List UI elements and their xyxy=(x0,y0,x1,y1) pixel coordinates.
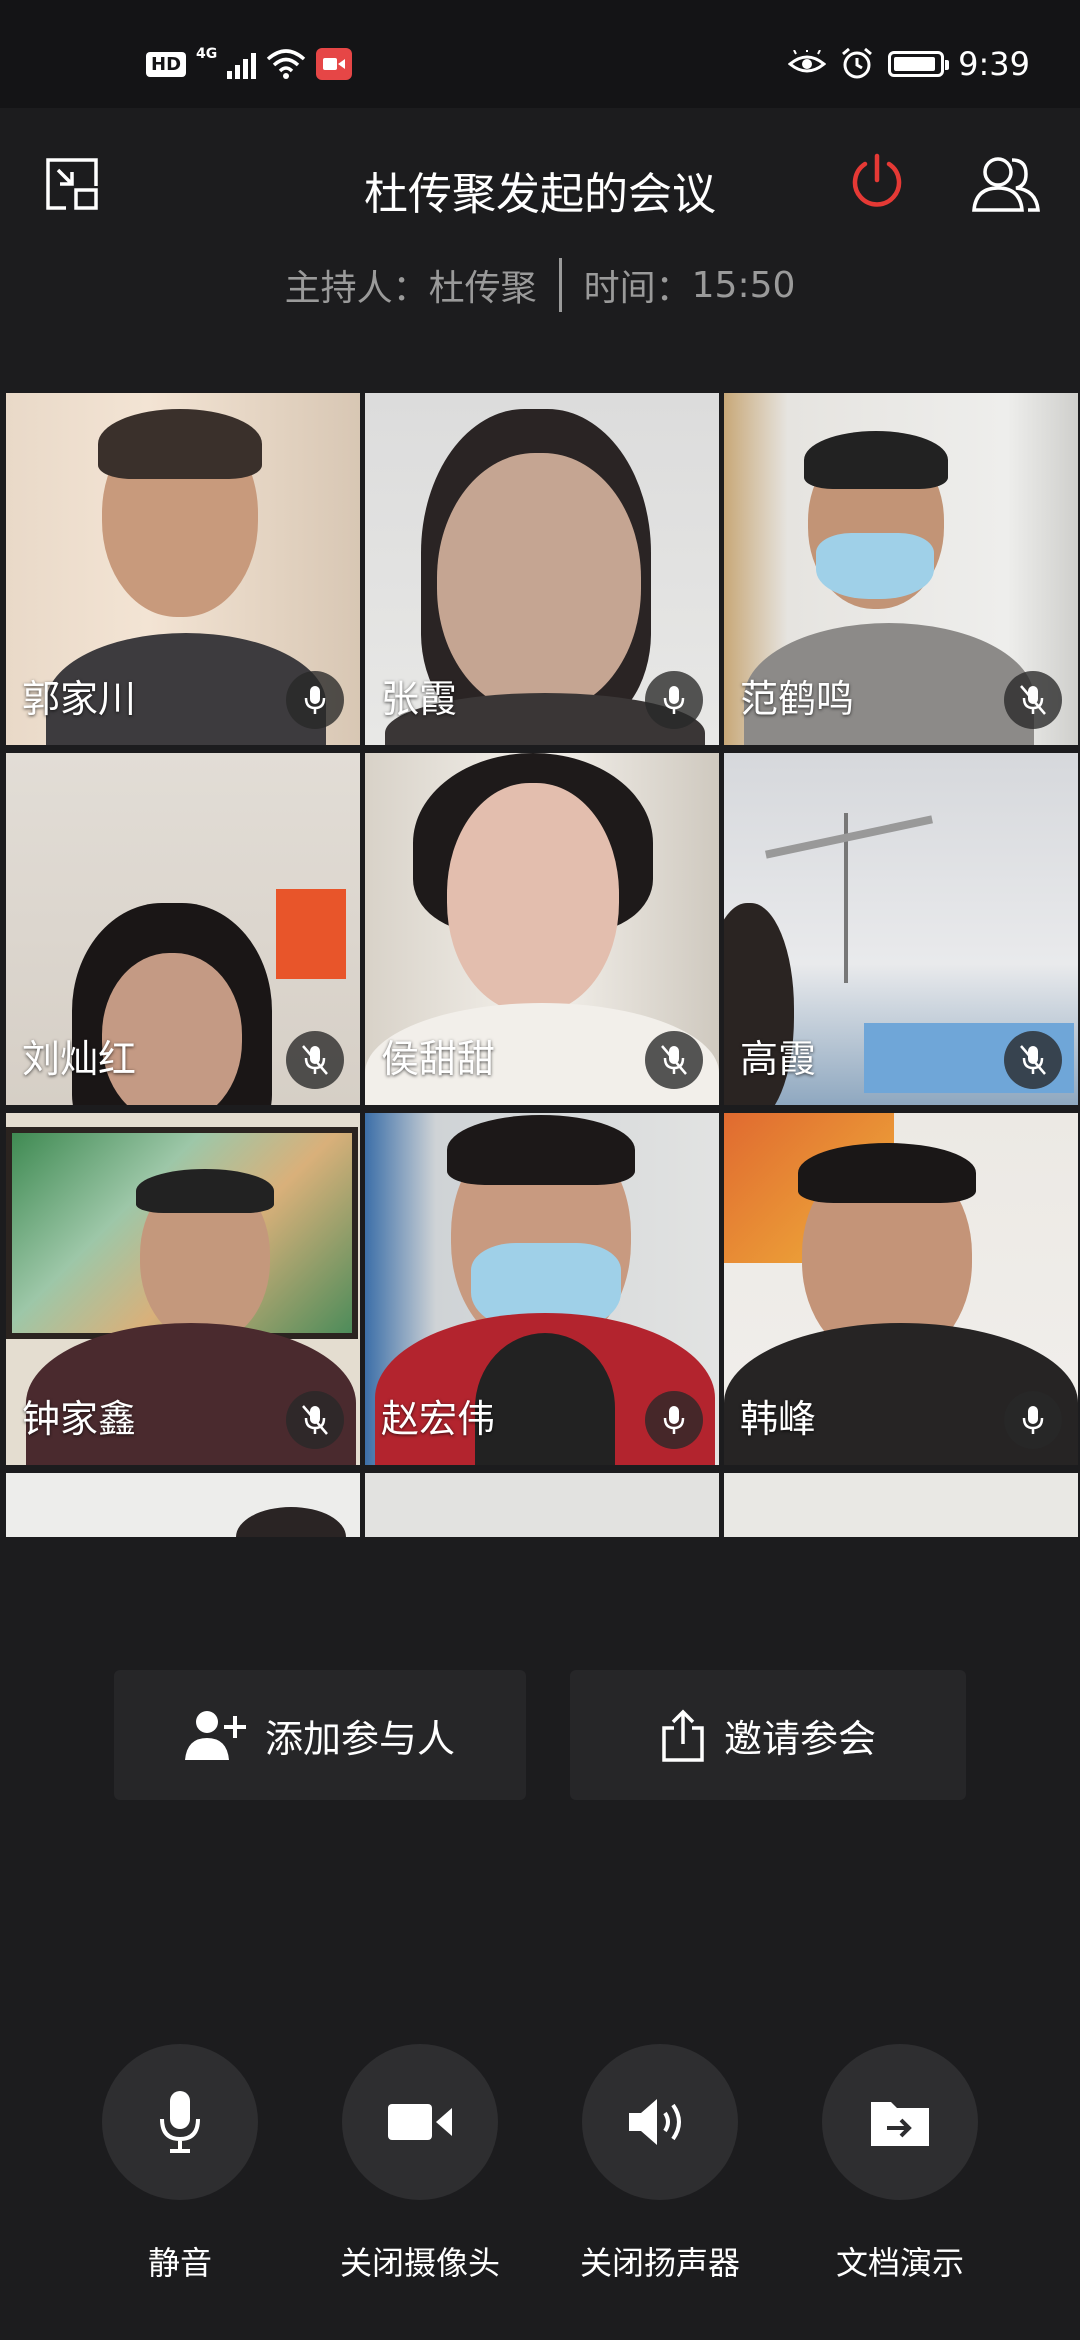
participant-name: 赵宏伟 xyxy=(381,1397,496,1441)
meeting-info: 主持人： 杜传聚 时间： 15:50 xyxy=(0,258,1080,312)
mic-muted-icon xyxy=(1004,1031,1062,1089)
doc-present-control[interactable]: 文档演示 xyxy=(822,2044,978,2282)
network-type: 4G xyxy=(196,46,218,62)
participant-video-tile-partial[interactable] xyxy=(6,1473,360,1537)
participant-video-tile[interactable]: 高霞 xyxy=(724,753,1078,1105)
speaker-icon xyxy=(629,2099,681,2145)
video-camera-icon xyxy=(388,2104,452,2140)
add-participant-button[interactable]: 添加参与人 xyxy=(114,1670,526,1800)
alarm-icon xyxy=(842,47,873,79)
add-participant-label: 添加参与人 xyxy=(264,1716,455,1761)
participant-name: 韩峰 xyxy=(740,1397,817,1441)
participant-video-tile[interactable]: 张霞 xyxy=(365,393,719,745)
mic-on-icon xyxy=(645,1391,703,1449)
signal-icon xyxy=(227,49,257,79)
mute-button[interactable] xyxy=(102,2044,258,2200)
info-divider xyxy=(558,258,562,312)
speaker-off-label: 关闭扬声器 xyxy=(579,2244,740,2282)
camera-control[interactable]: 关闭摄像头 xyxy=(340,2044,500,2282)
participant-name: 张霞 xyxy=(381,677,458,721)
mic-muted-icon xyxy=(286,1031,344,1089)
camera-off-label: 关闭摄像头 xyxy=(339,2244,500,2282)
participant-video-tile[interactable]: 赵宏伟 xyxy=(365,1113,719,1465)
camera-off-button[interactable] xyxy=(342,2044,498,2200)
end-meeting-power-icon[interactable] xyxy=(846,150,908,212)
microphone-icon xyxy=(160,2091,200,2153)
mute-label: 静音 xyxy=(147,2244,212,2282)
status-bar: HD 4G 9:39 xyxy=(0,0,1080,108)
mic-muted-icon xyxy=(645,1031,703,1089)
eye-comfort-icon xyxy=(788,50,827,73)
participant-video-tile[interactable]: 钟家鑫 xyxy=(6,1113,360,1465)
doc-present-label: 文档演示 xyxy=(835,2244,964,2282)
participant-name: 范鹤鸣 xyxy=(740,677,855,721)
participant-name: 刘灿红 xyxy=(22,1037,137,1081)
participant-video-tile[interactable]: 刘灿红 xyxy=(6,753,360,1105)
participant-video-tile[interactable]: 韩峰 xyxy=(724,1113,1078,1465)
share-icon xyxy=(662,1709,704,1762)
time-label: 时间： xyxy=(583,268,692,309)
participant-video-tile-partial[interactable] xyxy=(365,1473,719,1537)
status-time: 9:39 xyxy=(958,45,1030,83)
speaker-control[interactable]: 关闭扬声器 xyxy=(580,2044,740,2282)
mic-on-icon xyxy=(1004,1391,1062,1449)
participant-video-tile-partial[interactable] xyxy=(724,1473,1078,1537)
battery-icon xyxy=(888,51,950,77)
folder-share-icon xyxy=(871,2102,929,2146)
hd-badge: HD xyxy=(146,51,187,77)
time-value: 15:50 xyxy=(691,264,796,306)
screen-record-icon xyxy=(316,48,353,80)
participant-name: 郭家川 xyxy=(22,677,137,721)
participant-video-tile[interactable]: 范鹤鸣 xyxy=(724,393,1078,745)
mic-muted-icon xyxy=(1004,671,1062,729)
participants-list-icon[interactable] xyxy=(970,152,1042,214)
host-label: 主持人： xyxy=(284,268,429,309)
participant-name: 钟家鑫 xyxy=(22,1397,137,1441)
status-left: HD 4G xyxy=(146,44,353,84)
participant-video-tile[interactable]: 侯甜甜 xyxy=(365,753,719,1105)
mute-control[interactable]: 静音 xyxy=(102,2044,258,2282)
participant-video-tile[interactable]: 郭家川 xyxy=(6,393,360,745)
mic-on-icon xyxy=(645,671,703,729)
status-right: 9:39 xyxy=(788,44,1030,84)
participant-name: 侯甜甜 xyxy=(381,1037,496,1081)
mic-muted-icon xyxy=(286,1391,344,1449)
speaker-off-button[interactable] xyxy=(582,2044,738,2200)
meeting-title: 杜传聚发起的会议 xyxy=(364,169,716,220)
doc-present-button[interactable] xyxy=(822,2044,978,2200)
invite-label: 邀请参会 xyxy=(723,1716,876,1761)
add-user-icon xyxy=(184,1711,246,1760)
mic-on-icon xyxy=(286,671,344,729)
wifi-icon xyxy=(267,49,306,79)
participant-name: 高霞 xyxy=(740,1037,817,1081)
host-name: 杜传聚 xyxy=(428,268,537,309)
invite-button[interactable]: 邀请参会 xyxy=(570,1670,966,1800)
meeting-header: 杜传聚发起的会议 主持人： 杜传聚 时间： 15:50 xyxy=(0,108,1080,398)
